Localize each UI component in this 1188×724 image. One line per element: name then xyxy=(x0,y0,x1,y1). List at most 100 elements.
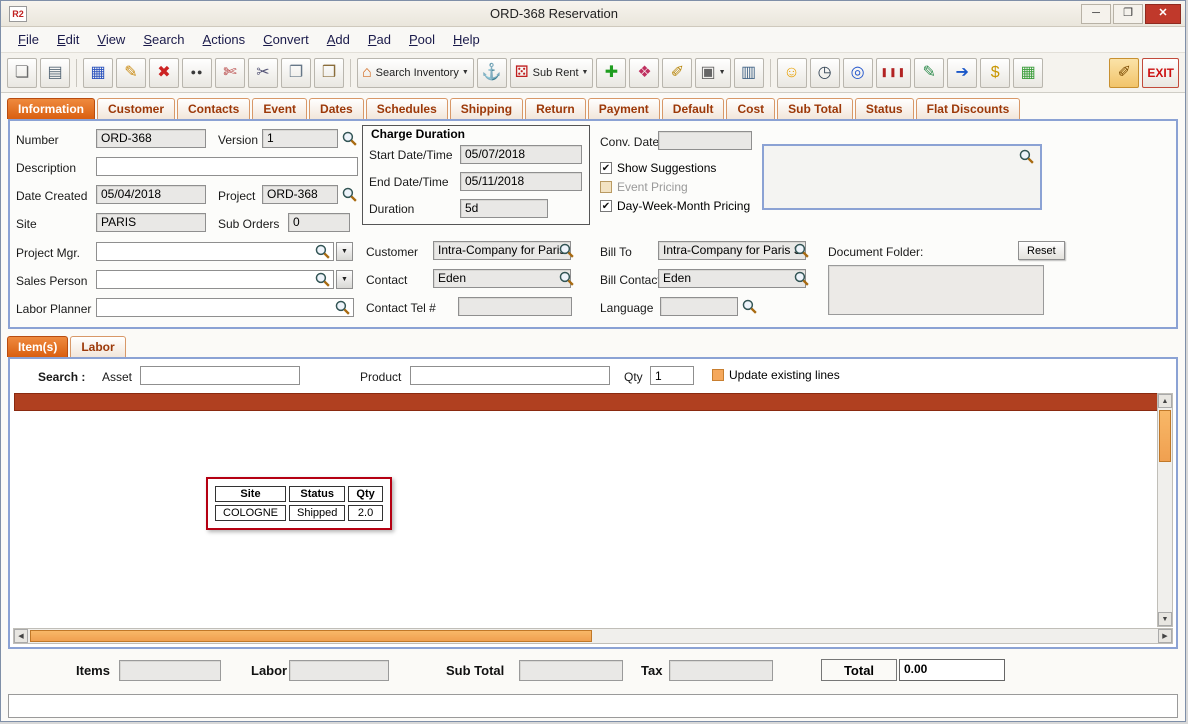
key-icon[interactable]: ➔ xyxy=(947,58,977,88)
notepad-edit-icon[interactable]: ✎ xyxy=(914,58,944,88)
contact-tel-field[interactable] xyxy=(458,297,572,316)
day-week-month-pricing-checkbox[interactable]: ✔ xyxy=(600,200,612,212)
comments-search-icon[interactable] xyxy=(1018,148,1035,165)
money-icon[interactable]: $ xyxy=(980,58,1010,88)
comments-box[interactable] xyxy=(762,144,1042,210)
cd-icon[interactable]: ◎ xyxy=(843,58,873,88)
customer-search-icon[interactable] xyxy=(558,242,575,259)
site-field[interactable]: PARIS xyxy=(96,213,206,232)
vertical-scrollbar[interactable]: ▲ ▼ xyxy=(1157,393,1173,627)
tab-contacts[interactable]: Contacts xyxy=(177,98,250,119)
scroll-up-button[interactable]: ▲ xyxy=(1158,394,1172,408)
minimize-button[interactable]: ─ xyxy=(1081,4,1111,24)
asset-input[interactable] xyxy=(140,366,300,385)
close-button[interactable]: ✕ xyxy=(1145,4,1181,24)
tab-default[interactable]: Default xyxy=(662,98,725,119)
wand-button[interactable]: ✐ xyxy=(1109,58,1139,88)
edit-pencil-icon[interactable]: ✎ xyxy=(116,58,146,88)
project-search-icon[interactable] xyxy=(341,186,358,203)
qty-input[interactable] xyxy=(650,366,694,385)
update-existing-lines-checkbox[interactable] xyxy=(712,369,724,381)
project-field[interactable]: ORD-368 xyxy=(262,185,338,204)
tab-cost[interactable]: Cost xyxy=(726,98,775,119)
description-field[interactable] xyxy=(96,157,358,176)
tab-shipping[interactable]: Shipping xyxy=(450,98,523,119)
language-search-icon[interactable] xyxy=(741,298,758,315)
horizontal-scrollbar[interactable]: ◀ ▶ xyxy=(13,628,1173,644)
tab-dates[interactable]: Dates xyxy=(309,98,364,119)
tab-schedules[interactable]: Schedules xyxy=(366,98,448,119)
labor-planner-search-icon[interactable] xyxy=(334,299,351,316)
new-document-icon[interactable]: ❏ xyxy=(7,58,37,88)
save-icon[interactable]: ▦ xyxy=(83,58,113,88)
conv-date-field[interactable] xyxy=(658,131,752,150)
menu-search[interactable]: Search xyxy=(134,29,193,50)
tab-return[interactable]: Return xyxy=(525,98,586,119)
show-suggestions-option[interactable]: ✔ Show Suggestions xyxy=(600,161,716,175)
add-icon[interactable]: ✚ xyxy=(596,58,626,88)
project-mgr-search-icon[interactable] xyxy=(314,243,331,260)
update-existing-lines-option[interactable]: Update existing lines xyxy=(712,368,840,382)
end-date-field[interactable]: 05/11/2018 xyxy=(460,172,582,191)
cut-document-icon[interactable]: ✄ xyxy=(215,58,245,88)
contact-field[interactable]: Eden xyxy=(433,269,571,288)
show-suggestions-checkbox[interactable]: ✔ xyxy=(600,162,612,174)
search-inventory-button[interactable]: ⌂Search Inventory▼ xyxy=(357,58,474,88)
sales-person-dropdown-button[interactable]: ▼ xyxy=(336,270,353,289)
bill-contact-search-icon[interactable] xyxy=(793,270,810,287)
bill-to-field[interactable]: Intra-Company for Paris Sh xyxy=(658,241,806,260)
day-week-month-pricing-option[interactable]: ✔ Day-Week-Month Pricing xyxy=(600,199,750,213)
date-created-field[interactable]: 05/04/2018 xyxy=(96,185,206,204)
history-clock-icon[interactable]: ◷ xyxy=(810,58,840,88)
print-icon[interactable]: ▤ xyxy=(40,58,70,88)
menu-file[interactable]: File xyxy=(9,29,48,50)
sub-rent-button[interactable]: ⚄Sub Rent▼ xyxy=(510,58,594,88)
delete-icon[interactable]: ✖ xyxy=(149,58,179,88)
start-date-field[interactable]: 05/07/2018 xyxy=(460,145,582,164)
edit-note-icon[interactable]: ✐ xyxy=(662,58,692,88)
menu-pool[interactable]: Pool xyxy=(400,29,444,50)
menu-view[interactable]: View xyxy=(88,29,134,50)
product-input[interactable] xyxy=(410,366,610,385)
tab-flat-discounts[interactable]: Flat Discounts xyxy=(916,98,1021,119)
binoculars-icon[interactable]: ●● xyxy=(182,58,212,88)
exit-button[interactable]: EXIT xyxy=(1142,58,1179,88)
sub-orders-field[interactable]: 0 xyxy=(288,213,350,232)
version-search-icon[interactable] xyxy=(341,130,358,147)
bill-to-search-icon[interactable] xyxy=(793,242,810,259)
cut-icon[interactable]: ✂ xyxy=(248,58,278,88)
contact-search-icon[interactable] xyxy=(558,270,575,287)
colored-balls-icon[interactable]: ❖ xyxy=(629,58,659,88)
bill-contact-field[interactable]: Eden xyxy=(658,269,806,288)
version-field[interactable]: 1 xyxy=(262,129,338,148)
menu-convert[interactable]: Convert xyxy=(254,29,318,50)
menu-edit[interactable]: Edit xyxy=(48,29,88,50)
event-pricing-checkbox[interactable] xyxy=(600,181,612,193)
tab-customer[interactable]: Customer xyxy=(97,98,175,119)
sales-person-search-icon[interactable] xyxy=(314,271,331,288)
tab-labor[interactable]: Labor xyxy=(70,336,125,357)
tab-sub-total[interactable]: Sub Total xyxy=(777,98,853,119)
print-report-icon[interactable]: ▥ xyxy=(734,58,764,88)
number-field[interactable]: ORD-368 xyxy=(96,129,206,148)
document-folder-box[interactable] xyxy=(828,265,1044,315)
tab-payment[interactable]: Payment xyxy=(588,98,660,119)
tab-item-s[interactable]: Item(s) xyxy=(7,336,68,357)
tab-status[interactable]: Status xyxy=(855,98,914,119)
menu-actions[interactable]: Actions xyxy=(194,29,255,50)
horizontal-scroll-thumb[interactable] xyxy=(30,630,592,642)
boxes-icon[interactable]: ▦ xyxy=(1013,58,1043,88)
tab-information[interactable]: Information xyxy=(7,98,95,119)
anchor-icon[interactable]: ⚓ xyxy=(477,58,507,88)
scroll-down-button[interactable]: ▼ xyxy=(1158,612,1172,626)
event-pricing-option[interactable]: Event Pricing xyxy=(600,180,688,194)
smiley-icon[interactable]: ☺ xyxy=(777,58,807,88)
books-icon[interactable]: ❚❚❚ xyxy=(876,58,912,88)
labor-planner-field[interactable] xyxy=(96,298,354,317)
project-mgr-dropdown-button[interactable]: ▼ xyxy=(336,242,353,261)
reset-button[interactable]: Reset xyxy=(1018,241,1065,260)
scroll-left-button[interactable]: ◀ xyxy=(14,629,28,643)
paste-icon[interactable]: ❒ xyxy=(314,58,344,88)
language-field[interactable] xyxy=(660,297,738,316)
customer-field[interactable]: Intra-Company for Paris Sh xyxy=(433,241,571,260)
